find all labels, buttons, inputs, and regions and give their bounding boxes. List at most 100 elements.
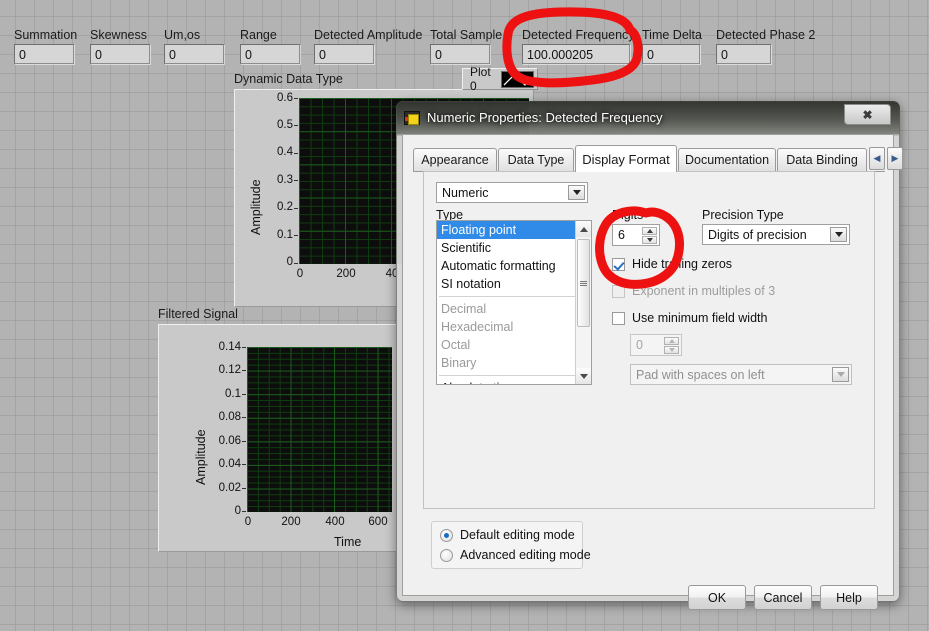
dialog-titlebar[interactable]: Numeric Properties: Detected Frequency — [396, 101, 900, 134]
type-listbox[interactable]: Floating point Scientific Automatic form… — [436, 220, 592, 385]
y-tickmark — [294, 208, 298, 209]
x-axis-label: Time — [334, 535, 362, 549]
y-tick: 0.4 — [277, 146, 293, 158]
checkbox-box — [612, 284, 625, 298]
y-tick: 0.3 — [277, 174, 293, 186]
indicator-range[interactable]: Range 0 — [240, 28, 300, 64]
checkbox-exponent-multiples-3: Exponent in multiples of 3 — [612, 284, 775, 298]
checkbox-box[interactable] — [612, 311, 625, 325]
y-tick: 0.08 — [218, 411, 241, 423]
y-tick: 0.02 — [218, 482, 241, 494]
digits-spinner[interactable]: 6 — [612, 224, 660, 246]
list-item[interactable]: Automatic formatting — [437, 257, 591, 275]
dialog-title: Numeric Properties: Detected Frequency — [427, 110, 663, 125]
checkbox-box[interactable] — [612, 257, 625, 271]
indicator-detected-phase-2[interactable]: Detected Phase 2 0 — [716, 28, 815, 64]
indicator-detected-amplitude[interactable]: Detected Amplitude 0 — [314, 28, 422, 64]
chevron-down-icon[interactable] — [568, 185, 585, 200]
y-tick: 0.06 — [218, 435, 241, 447]
y-tickmark — [242, 441, 246, 442]
cancel-button[interactable]: Cancel — [754, 585, 812, 610]
indicator-value[interactable]: 0 — [164, 44, 224, 64]
list-separator — [439, 296, 589, 297]
indicator-value[interactable]: 0 — [90, 44, 150, 64]
list-item[interactable]: Absolute time — [437, 379, 591, 384]
format-category-combo[interactable]: Numeric — [436, 182, 588, 203]
digits-stepper[interactable] — [642, 227, 657, 244]
chart-title: Filtered Signal — [158, 307, 238, 321]
chevron-down-icon[interactable] — [830, 227, 847, 242]
indicator-value[interactable]: 0 — [14, 44, 74, 64]
y-tickmark — [294, 153, 298, 154]
tab-appearance[interactable]: Appearance — [413, 148, 497, 171]
stepper-up-icon — [664, 337, 679, 345]
padding-combo: Pad with spaces on left — [630, 364, 852, 385]
list-item[interactable]: Decimal — [437, 300, 591, 318]
chart-filtered-signal[interactable]: Filtered Signal Amplitude Time 0.14 0.12… — [158, 307, 410, 552]
checkbox-use-minimum-field-width[interactable]: Use minimum field width — [612, 311, 767, 325]
listbox-scrollbar[interactable] — [575, 221, 591, 384]
precision-type-label: Precision Type — [702, 208, 784, 222]
plot-canvas[interactable] — [247, 347, 392, 512]
list-separator — [439, 375, 589, 376]
list-item[interactable]: SI notation — [437, 275, 591, 293]
indicator-label: Time Delta — [642, 28, 702, 42]
precision-type-combo[interactable]: Digits of precision — [702, 224, 850, 245]
field-width-value: 0 — [636, 338, 643, 352]
y-tickmark — [294, 235, 298, 236]
indicator-skewness[interactable]: Skewness 0 — [90, 28, 150, 64]
tab-data-type[interactable]: Data Type — [498, 148, 574, 171]
checkbox-label: Hide trailing zeros — [632, 257, 733, 271]
tab-scroll-left-icon[interactable]: ◀ — [869, 147, 885, 170]
x-tick: 400 — [325, 516, 345, 528]
indicator-um-os[interactable]: Um,os 0 — [164, 28, 224, 64]
x-tick: 200 — [281, 516, 301, 528]
tab-scroll-right-icon[interactable]: ▶ — [887, 147, 903, 170]
padding-value: Pad with spaces on left — [636, 367, 765, 382]
y-tick: 0.12 — [218, 364, 241, 376]
precision-type-value: Digits of precision — [708, 227, 807, 242]
scroll-down-icon[interactable] — [576, 368, 591, 384]
tabstrip: Appearance Data Type Display Format Docu… — [413, 145, 903, 172]
indicator-time-delta[interactable]: Time Delta 0 — [642, 28, 702, 64]
list-item[interactable]: Floating point — [437, 221, 591, 239]
plot-legend[interactable]: Plot 0 — [462, 65, 538, 93]
tab-data-binding[interactable]: Data Binding — [777, 148, 867, 171]
indicator-value[interactable]: 0 — [240, 44, 300, 64]
ok-button[interactable]: OK — [688, 585, 746, 610]
indicator-value[interactable]: 0 — [716, 44, 771, 64]
checkbox-hide-trailing-zeros[interactable]: Hide trailing zeros — [612, 257, 732, 271]
close-icon[interactable]: ✖ — [844, 104, 891, 125]
y-tick: 0.5 — [277, 119, 293, 131]
indicator-value[interactable]: 0 — [642, 44, 700, 64]
tab-display-format[interactable]: Display Format — [575, 145, 677, 172]
list-item[interactable]: Hexadecimal — [437, 318, 591, 336]
indicator-total-sample[interactable]: Total Sample 0 — [430, 28, 502, 64]
indicator-label: Range — [240, 28, 277, 42]
y-tickmark — [242, 394, 246, 395]
list-item[interactable]: Octal — [437, 336, 591, 354]
list-item[interactable]: Scientific — [437, 239, 591, 257]
indicator-label: Summation — [14, 28, 78, 42]
stepper-down-icon[interactable] — [642, 236, 657, 244]
y-tickmark — [242, 370, 246, 371]
scroll-up-icon[interactable] — [576, 221, 591, 237]
numeric-properties-dialog[interactable]: Numeric Properties: Detected Frequency ✖… — [396, 101, 903, 610]
radio-advanced-editing-mode[interactable]: Advanced editing mode — [440, 548, 591, 562]
y-tickmark — [294, 98, 298, 99]
tab-documentation[interactable]: Documentation — [678, 148, 776, 171]
radio-dot[interactable] — [440, 528, 453, 542]
stepper-up-icon[interactable] — [642, 227, 657, 235]
indicator-detected-frequency[interactable]: Detected Frequency 100.000205 — [522, 28, 635, 64]
list-item[interactable]: Binary — [437, 354, 591, 372]
indicator-summation[interactable]: Summation 0 — [14, 28, 77, 64]
help-button[interactable]: Help — [820, 585, 878, 610]
indicator-value[interactable]: 0 — [314, 44, 374, 64]
radio-default-editing-mode[interactable]: Default editing mode — [440, 528, 575, 542]
indicator-value[interactable]: 0 — [430, 44, 490, 64]
chart-frame[interactable]: Amplitude Time 0.14 0.12 0.1 0.08 0.06 0… — [158, 324, 410, 552]
line-plot-swatch-icon[interactable] — [501, 70, 534, 88]
scrollbar-thumb[interactable] — [577, 239, 590, 327]
indicator-value[interactable]: 100.000205 — [522, 44, 630, 64]
radio-dot[interactable] — [440, 548, 453, 562]
